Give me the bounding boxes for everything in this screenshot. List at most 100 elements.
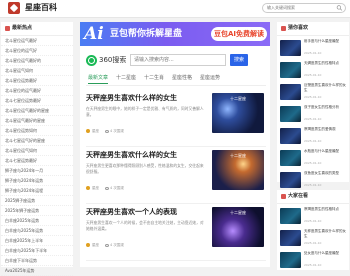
article-summary: 天秤座男生更喜欢那种懂得照顾别人感受，性格温和的女生，交往起来很舒服。: [86, 163, 204, 174]
popular-thumbnail[interactable]: [280, 230, 301, 246]
hot-list-item[interactable]: 北斗星位的运气最好: [1, 86, 73, 96]
site-title[interactable]: 星座百科: [25, 2, 57, 14]
hot-list-item[interactable]: 狮子座与2024年一月: [1, 166, 73, 176]
recommend-title[interactable]: 摩羯座男生的爱情观: [304, 127, 346, 137]
author-avatar-icon: [86, 243, 90, 247]
recommend-item[interactable]: 摩羯座男生的爱情观 2025-01-10: [280, 126, 346, 146]
hot-list-item[interactable]: 北斗星位运气最好: [1, 36, 73, 46]
hot-list-item[interactable]: 白羊座与2025年运势: [1, 226, 73, 236]
banner-ai-logo: Ai: [84, 24, 104, 44]
article-title[interactable]: 天秤座男生喜欢什么样的女生: [86, 93, 177, 103]
banner-cta-button[interactable]: 豆包AI免费解读: [211, 27, 267, 41]
recommend-item[interactable]: 双子座女生的性格分析 2025-01-10: [280, 104, 346, 124]
popular-title[interactable]: 天秤座男生喜欢什么样的女生: [304, 229, 346, 239]
recommend-item[interactable]: 射手座与什么星座最配 2025-01-10: [280, 38, 346, 58]
panel-header: 大家在看: [277, 190, 349, 204]
site-logo-icon[interactable]: [8, 2, 20, 14]
hot-list-item[interactable]: 白羊座2025年运势: [1, 216, 73, 226]
hot-list-item[interactable]: 北斗星运气如何: [1, 66, 73, 76]
banner-headline: 豆包帮你拆解星盘: [110, 29, 183, 39]
so-360-search-button[interactable]: 搜索: [230, 54, 248, 66]
recommend-item[interactable]: 天蝎座男生的性格特点 2025-01-10: [280, 60, 346, 80]
popular-thumbnail[interactable]: [280, 252, 301, 268]
popular-item[interactable]: 天秤座男生喜欢什么样的女生 2025-01-10: [280, 228, 346, 248]
hot-list-item[interactable]: 2025狮子座运势: [1, 196, 73, 206]
article-thumbnail[interactable]: 十二星座: [212, 207, 264, 247]
recommend-title[interactable]: 双子座女生的性格分析: [304, 105, 346, 115]
hot-list-item[interactable]: 白羊座2025年上半年: [1, 236, 73, 246]
hot-list-item[interactable]: 北斗星运气最好的星座: [1, 116, 73, 126]
article-title[interactable]: 天秤座男生喜欢一个人的表现: [86, 207, 177, 217]
views-icon: [105, 186, 109, 190]
tab-personality[interactable]: 星座性格: [172, 74, 192, 83]
article-author: 星座: [92, 129, 99, 133]
recommend-thumbnail[interactable]: [280, 128, 301, 144]
tab-chinese-zodiac[interactable]: 十二生肖: [144, 74, 164, 83]
popular-item[interactable]: 处女座与什么星座最配 2025-01-10: [280, 250, 346, 270]
recommend-item[interactable]: 双鱼座女生喜欢的类型 2025-01-10: [280, 170, 346, 190]
hot-list-item[interactable]: 北斗星位运势如何: [1, 126, 73, 136]
recommend-item[interactable]: 巨蟹座男生喜欢什么样的女生 2025-01-10: [280, 82, 346, 102]
recommend-date: 2025-01-10: [304, 117, 322, 121]
recommend-title[interactable]: 射手座与什么星座最配: [304, 39, 346, 49]
article-thumbnail[interactable]: 十二星座: [212, 150, 264, 190]
article-item[interactable]: 天秤座男生喜欢一个人的表现 天秤座男生喜欢一个人的时候，会不由自主地关注她，主动…: [86, 206, 266, 261]
search-icon[interactable]: [336, 5, 343, 11]
hot-list-item[interactable]: 狮子座与2024年运势: [1, 176, 73, 186]
article-item[interactable]: 天秤座男生喜欢什么样的女生 在天秤座男生的眼中，她的样子一定是优雅、有气质的，同…: [86, 92, 266, 147]
so-360-search-input[interactable]: [130, 54, 226, 66]
top-search-input[interactable]: [267, 4, 333, 12]
hot-list-item[interactable]: 北斗七星运势最好: [1, 156, 73, 166]
popular-title[interactable]: 处女座与什么星座最配: [304, 251, 346, 261]
recommend-thumbnail[interactable]: [280, 84, 301, 100]
tab-horoscope[interactable]: 星座运势: [200, 74, 220, 83]
recommend-title[interactable]: 双鱼座女生喜欢的类型: [304, 171, 346, 181]
hot-list-item[interactable]: 北斗星位运势最好: [1, 76, 73, 86]
hot-list-item[interactable]: 2025年狮子座运势: [1, 206, 73, 216]
popular-date: 2025-01-10: [304, 219, 322, 223]
recommend-title[interactable]: 天蝎座男生的性格特点: [304, 61, 346, 71]
hot-list-item[interactable]: 白羊座下半年运势: [1, 256, 73, 266]
popular-item[interactable]: 摩羯座男生的性格特点 2025-01-10: [280, 206, 346, 226]
popular-title[interactable]: 摩羯座男生的性格特点: [304, 207, 346, 217]
recommend-date: 2025-01-10: [304, 51, 322, 55]
hot-list-item[interactable]: 北斗星位运气最好的星座: [1, 106, 73, 116]
recommend-thumbnail[interactable]: [280, 106, 301, 122]
views-icon: [105, 243, 109, 247]
article-title[interactable]: 天秤座男生喜欢什么样的女生: [86, 150, 177, 160]
popular-date: 2025-01-10: [304, 263, 322, 267]
so-360-brand: 360搜索: [99, 56, 127, 64]
hot-list-item[interactable]: 北斗星位运气如何: [1, 146, 73, 156]
article-item[interactable]: 天秤座男生喜欢什么样的女生 天秤座男生更喜欢那种懂得照顾别人感受，性格温和的女生…: [86, 149, 266, 204]
recommend-thumbnail[interactable]: [280, 150, 301, 166]
recommend-date: 2025-01-10: [304, 183, 322, 187]
tab-latest[interactable]: 最新文章: [88, 74, 109, 84]
hot-list-item[interactable]: 北斗七星运气好的星座: [1, 136, 73, 146]
tab-zodiac[interactable]: 十二星座: [116, 74, 136, 83]
hot-list-item[interactable]: 狮子座与2024年运程: [1, 186, 73, 196]
hot-list-item[interactable]: Ava2025年运势: [1, 266, 73, 276]
article-thumbnail[interactable]: 十二星座: [212, 93, 264, 133]
panel-header: 猜你喜欢: [277, 22, 349, 36]
doubao-banner[interactable]: Ai 豆包帮你拆解星盘 豆包AI免费解读: [80, 22, 270, 46]
hot-list-item[interactable]: 北斗星位运气最好的: [1, 56, 73, 66]
thumbnail-label: 十二星座: [230, 153, 246, 158]
hot-list-item[interactable]: 北斗星位的运气好: [1, 46, 73, 56]
hot-list-item[interactable]: 北斗七星位运势最好: [1, 96, 73, 106]
recommend-title[interactable]: 水瓶座与什么星座最配: [304, 149, 346, 159]
hot-list-item[interactable]: 白羊座与2025年下半年: [1, 246, 73, 256]
popular-thumbnail[interactable]: [280, 208, 301, 224]
recommend-thumbnail[interactable]: [280, 62, 301, 78]
latest-hot-panel: 最新热点 北斗星位运气最好 北斗星位的运气好 北斗星位运气最好的 北斗星运气如何…: [1, 22, 73, 276]
recommend-item[interactable]: 水瓶座与什么星座最配 2025-01-10: [280, 148, 346, 168]
recommend-title[interactable]: 巨蟹座男生喜欢什么样的女生: [304, 83, 346, 93]
panel-mark-icon: [281, 194, 286, 199]
main-content: Ai 豆包帮你拆解星盘 豆包AI免费解读 360搜索 搜索 最新文章 十二星座 …: [80, 22, 270, 267]
recommend-thumbnail[interactable]: [280, 40, 301, 56]
thumbnail-label: 十二星座: [230, 96, 246, 101]
article-views: 4 次围观: [110, 129, 124, 133]
recommend-thumbnail[interactable]: [280, 172, 301, 188]
author-avatar-icon: [86, 129, 90, 133]
guess-you-like-panel: 猜你喜欢 射手座与什么星座最配 2025-01-10 天蝎座男生的性格特点 20…: [277, 22, 349, 188]
panel-title: 大家在看: [288, 193, 309, 199]
